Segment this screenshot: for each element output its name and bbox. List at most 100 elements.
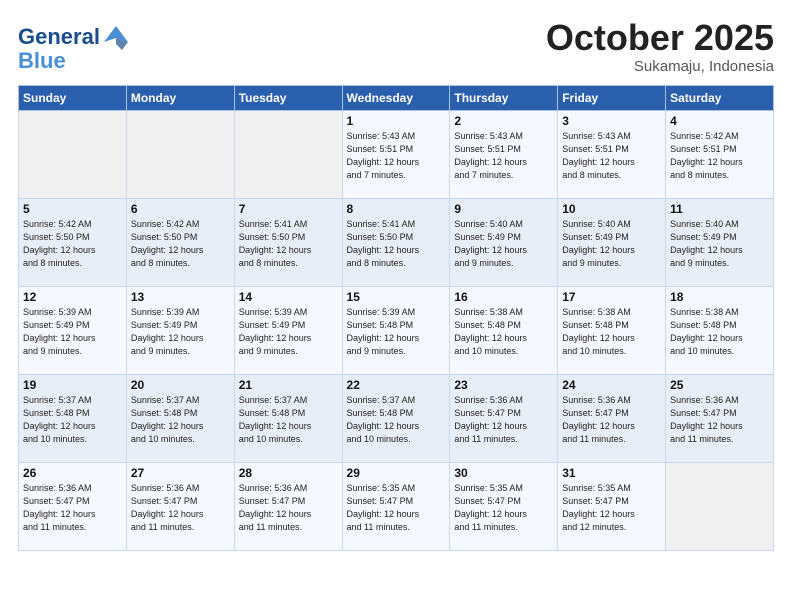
logo-text: General xyxy=(18,25,100,49)
day-info: Sunrise: 5:42 AM Sunset: 5:50 PM Dayligh… xyxy=(131,218,230,270)
day-number: 5 xyxy=(23,202,122,216)
day-number: 10 xyxy=(562,202,661,216)
calendar-cell: 13 Sunrise: 5:39 AM Sunset: 5:49 PM Dayli… xyxy=(126,286,234,374)
day-info: Sunrise: 5:41 AM Sunset: 5:50 PM Dayligh… xyxy=(347,218,446,270)
day-info: Sunrise: 5:36 AM Sunset: 5:47 PM Dayligh… xyxy=(239,482,338,534)
calendar-cell: 3 Sunrise: 5:43 AM Sunset: 5:51 PM Daylig… xyxy=(558,110,666,198)
day-number: 3 xyxy=(562,114,661,128)
day-info: Sunrise: 5:40 AM Sunset: 5:49 PM Dayligh… xyxy=(670,218,769,270)
day-info: Sunrise: 5:40 AM Sunset: 5:49 PM Dayligh… xyxy=(454,218,553,270)
calendar-cell: 10 Sunrise: 5:40 AM Sunset: 5:49 PM Dayli… xyxy=(558,198,666,286)
weekday-header-sunday: Sunday xyxy=(19,85,127,110)
day-info: Sunrise: 5:39 AM Sunset: 5:48 PM Dayligh… xyxy=(347,306,446,358)
calendar-cell: 22 Sunrise: 5:37 AM Sunset: 5:48 PM Dayli… xyxy=(342,374,450,462)
weekday-header-wednesday: Wednesday xyxy=(342,85,450,110)
calendar-cell: 8 Sunrise: 5:41 AM Sunset: 5:50 PM Daylig… xyxy=(342,198,450,286)
calendar-cell: 27 Sunrise: 5:36 AM Sunset: 5:47 PM Dayli… xyxy=(126,462,234,550)
day-number: 29 xyxy=(347,466,446,480)
day-info: Sunrise: 5:42 AM Sunset: 5:51 PM Dayligh… xyxy=(670,130,769,182)
day-number: 23 xyxy=(454,378,553,392)
calendar-table: SundayMondayTuesdayWednesdayThursdayFrid… xyxy=(18,85,774,551)
day-number: 12 xyxy=(23,290,122,304)
weekday-header-monday: Monday xyxy=(126,85,234,110)
day-number: 27 xyxy=(131,466,230,480)
day-number: 19 xyxy=(23,378,122,392)
day-info: Sunrise: 5:35 AM Sunset: 5:47 PM Dayligh… xyxy=(347,482,446,534)
day-number: 17 xyxy=(562,290,661,304)
title-block: October 2025 Sukamaju, Indonesia xyxy=(546,18,774,75)
calendar-cell: 15Sunrise: 5:39 AM Sunset: 5:48 PM Dayli… xyxy=(342,286,450,374)
day-info: Sunrise: 5:39 AM Sunset: 5:49 PM Dayligh… xyxy=(131,306,230,358)
calendar-cell: 20 Sunrise: 5:37 AM Sunset: 5:48 PM Dayli… xyxy=(126,374,234,462)
day-number: 22 xyxy=(347,378,446,392)
day-number: 21 xyxy=(239,378,338,392)
day-number: 28 xyxy=(239,466,338,480)
calendar-cell: 7 Sunrise: 5:41 AM Sunset: 5:50 PM Daylig… xyxy=(234,198,342,286)
day-info: Sunrise: 5:38 AM Sunset: 5:48 PM Dayligh… xyxy=(670,306,769,358)
day-info: Sunrise: 5:36 AM Sunset: 5:47 PM Dayligh… xyxy=(131,482,230,534)
day-info: Sunrise: 5:43 AM Sunset: 5:51 PM Dayligh… xyxy=(562,130,661,182)
day-info: Sunrise: 5:43 AM Sunset: 5:51 PM Dayligh… xyxy=(347,130,446,182)
day-info: Sunrise: 5:35 AM Sunset: 5:47 PM Dayligh… xyxy=(562,482,661,534)
location: Sukamaju, Indonesia xyxy=(546,58,774,75)
calendar-cell: 31 Sunrise: 5:35 AM Sunset: 5:47 PM Dayli… xyxy=(558,462,666,550)
calendar-cell: 30 Sunrise: 5:35 AM Sunset: 5:47 PM Dayli… xyxy=(450,462,558,550)
logo-icon xyxy=(102,24,130,52)
day-number: 26 xyxy=(23,466,122,480)
calendar-cell: 29 Sunrise: 5:35 AM Sunset: 5:47 PM Dayli… xyxy=(342,462,450,550)
calendar-cell xyxy=(234,110,342,198)
day-info: Sunrise: 5:38 AM Sunset: 5:48 PM Dayligh… xyxy=(454,306,553,358)
day-info: Sunrise: 5:37 AM Sunset: 5:48 PM Dayligh… xyxy=(347,394,446,446)
day-info: Sunrise: 5:35 AM Sunset: 5:47 PM Dayligh… xyxy=(454,482,553,534)
calendar-cell: 16 Sunrise: 5:38 AM Sunset: 5:48 PM Dayli… xyxy=(450,286,558,374)
day-number: 31 xyxy=(562,466,661,480)
page: General Blue October 2025 Sukamaju, Indo… xyxy=(0,0,792,612)
day-number: 24 xyxy=(562,378,661,392)
day-info: Sunrise: 5:43 AM Sunset: 5:51 PM Dayligh… xyxy=(454,130,553,182)
day-info: Sunrise: 5:42 AM Sunset: 5:50 PM Dayligh… xyxy=(23,218,122,270)
calendar-cell: 28 Sunrise: 5:36 AM Sunset: 5:47 PM Dayli… xyxy=(234,462,342,550)
calendar-cell: 25Sunrise: 5:36 AM Sunset: 5:47 PM Dayli… xyxy=(666,374,774,462)
day-info: Sunrise: 5:37 AM Sunset: 5:48 PM Dayligh… xyxy=(239,394,338,446)
day-number: 20 xyxy=(131,378,230,392)
month-title: October 2025 xyxy=(546,18,774,58)
day-number: 1 xyxy=(347,114,446,128)
calendar-cell: 17Sunrise: 5:38 AM Sunset: 5:48 PM Dayli… xyxy=(558,286,666,374)
weekday-header-saturday: Saturday xyxy=(666,85,774,110)
calendar-cell: 23 Sunrise: 5:36 AM Sunset: 5:47 PM Dayli… xyxy=(450,374,558,462)
calendar-cell: 4 Sunrise: 5:42 AM Sunset: 5:51 PM Daylig… xyxy=(666,110,774,198)
day-number: 16 xyxy=(454,290,553,304)
calendar-cell: 26Sunrise: 5:36 AM Sunset: 5:47 PM Dayli… xyxy=(19,462,127,550)
day-number: 6 xyxy=(131,202,230,216)
day-number: 4 xyxy=(670,114,769,128)
day-info: Sunrise: 5:39 AM Sunset: 5:49 PM Dayligh… xyxy=(23,306,122,358)
day-info: Sunrise: 5:39 AM Sunset: 5:49 PM Dayligh… xyxy=(239,306,338,358)
day-number: 2 xyxy=(454,114,553,128)
day-info: Sunrise: 5:40 AM Sunset: 5:49 PM Dayligh… xyxy=(562,218,661,270)
calendar-cell: 14 Sunrise: 5:39 AM Sunset: 5:49 PM Dayli… xyxy=(234,286,342,374)
calendar-cell: 11 Sunrise: 5:40 AM Sunset: 5:49 PM Dayli… xyxy=(666,198,774,286)
day-number: 30 xyxy=(454,466,553,480)
day-number: 7 xyxy=(239,202,338,216)
day-number: 13 xyxy=(131,290,230,304)
day-number: 14 xyxy=(239,290,338,304)
day-number: 18 xyxy=(670,290,769,304)
logo: General Blue xyxy=(18,22,130,74)
calendar-cell xyxy=(126,110,234,198)
day-info: Sunrise: 5:36 AM Sunset: 5:47 PM Dayligh… xyxy=(454,394,553,446)
weekday-header-tuesday: Tuesday xyxy=(234,85,342,110)
weekday-header-thursday: Thursday xyxy=(450,85,558,110)
day-number: 8 xyxy=(347,202,446,216)
calendar-cell: 2 Sunrise: 5:43 AM Sunset: 5:51 PM Daylig… xyxy=(450,110,558,198)
day-info: Sunrise: 5:36 AM Sunset: 5:47 PM Dayligh… xyxy=(670,394,769,446)
day-info: Sunrise: 5:41 AM Sunset: 5:50 PM Dayligh… xyxy=(239,218,338,270)
calendar-cell: 24Sunrise: 5:36 AM Sunset: 5:47 PM Dayli… xyxy=(558,374,666,462)
weekday-header-friday: Friday xyxy=(558,85,666,110)
calendar-cell: 18 Sunrise: 5:38 AM Sunset: 5:48 PM Dayli… xyxy=(666,286,774,374)
day-info: Sunrise: 5:37 AM Sunset: 5:48 PM Dayligh… xyxy=(131,394,230,446)
day-info: Sunrise: 5:37 AM Sunset: 5:48 PM Dayligh… xyxy=(23,394,122,446)
calendar-cell xyxy=(666,462,774,550)
calendar-cell: 1 Sunrise: 5:43 AM Sunset: 5:51 PM Daylig… xyxy=(342,110,450,198)
day-number: 11 xyxy=(670,202,769,216)
calendar-cell: 21 Sunrise: 5:37 AM Sunset: 5:48 PM Dayli… xyxy=(234,374,342,462)
